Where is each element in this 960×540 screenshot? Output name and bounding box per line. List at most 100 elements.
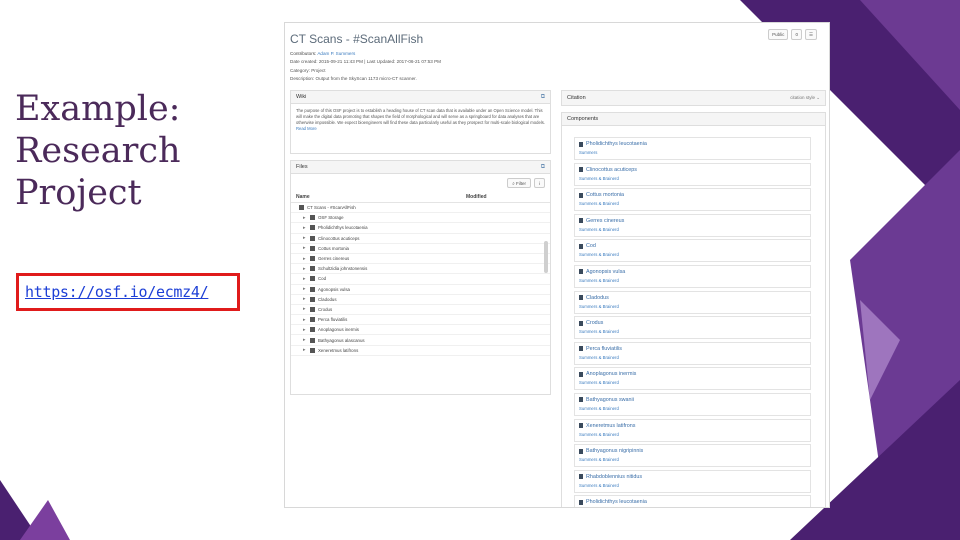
file-tree-row[interactable]: ▸ Schultzidia johnstonensis bbox=[291, 264, 550, 275]
external-link-icon[interactable]: ⧉ bbox=[541, 94, 545, 101]
expand-icon[interactable]: ▸ bbox=[303, 225, 308, 231]
component-item[interactable]: Pholidichthys leucotaenia Summers bbox=[574, 137, 811, 160]
citation-panel-header[interactable]: Citation citation style ⌄ bbox=[562, 91, 825, 105]
filter-button[interactable]: ⌕ Filter bbox=[507, 178, 531, 188]
file-tree-row[interactable]: ▸ Crodus bbox=[291, 305, 550, 316]
component-name[interactable]: Rhabdoblennius nitidus bbox=[579, 474, 806, 480]
component-name[interactable]: Anoplagonus inermis bbox=[579, 371, 806, 377]
component-item[interactable]: Crodus Summers & Brainerd bbox=[574, 316, 811, 340]
component-contributors[interactable]: Summers & Brainerd bbox=[579, 252, 806, 257]
component-item[interactable]: Bathyagonus nigripinnis Summers & Brainer… bbox=[574, 444, 811, 468]
component-title: Pholidichthys leucotaenia bbox=[586, 499, 647, 506]
database-icon bbox=[579, 423, 583, 429]
expand-icon[interactable]: ▸ bbox=[303, 296, 308, 302]
modified-column-header[interactable]: Modified bbox=[466, 194, 487, 200]
component-item[interactable]: Anoplagonus inermis Summers & Brainerd bbox=[574, 367, 811, 391]
expand-icon[interactable]: ▸ bbox=[303, 306, 308, 312]
component-item[interactable]: Pholidichthys leucotaeniaSummers & Brain… bbox=[574, 495, 811, 507]
component-name[interactable]: Pholidichthys leucotaenia bbox=[579, 141, 806, 147]
menu-button[interactable]: ☰ bbox=[804, 29, 817, 40]
component-item[interactable]: Cod Summers & Brainerd bbox=[574, 239, 811, 263]
component-contributors[interactable]: Summers & Brainerd bbox=[579, 406, 806, 411]
file-tree-row[interactable]: ▸ Xeneretmus latifrons bbox=[291, 346, 550, 356]
public-button[interactable]: Public bbox=[768, 29, 789, 40]
info-button[interactable]: i bbox=[534, 178, 545, 188]
component-contributors[interactable]: Summers & Brainerd bbox=[579, 201, 806, 206]
dates-line: Date created: 2015-09-21 11:43 PM | Last… bbox=[290, 59, 442, 65]
component-item[interactable]: Xeneretmus latifrons Summers & Brainerd bbox=[574, 418, 811, 442]
component-name[interactable]: Bathyagonus nigripinnis bbox=[579, 448, 806, 454]
contributor-link[interactable]: Adam P. Summers bbox=[317, 51, 355, 56]
component-item[interactable]: Gerres cinereus Summers & Brainerd bbox=[574, 213, 811, 237]
component-contributors[interactable]: Summers & Brainerd bbox=[579, 457, 806, 462]
component-item[interactable]: Bathyagonus swanii Summers & Brainerd bbox=[574, 392, 811, 416]
component-title: Agonopsis vulsa bbox=[586, 268, 626, 275]
expand-icon[interactable]: ▸ bbox=[303, 256, 308, 262]
database-icon bbox=[579, 346, 583, 352]
file-tree-row[interactable]: ▸ Agonopsis vulsa bbox=[291, 285, 550, 295]
component-name[interactable]: Clinocottus acuticeps bbox=[579, 167, 806, 173]
expand-icon[interactable]: ▸ bbox=[303, 235, 308, 241]
component-name[interactable]: Cod bbox=[579, 243, 806, 249]
expand-icon[interactable]: ▸ bbox=[303, 245, 308, 251]
component-name[interactable]: Cottus mortonia bbox=[579, 192, 806, 198]
file-tree-row[interactable]: ▸ Bathyagonus alascanus bbox=[291, 335, 550, 346]
component-contributors[interactable]: Summers & Brainerd bbox=[579, 227, 806, 232]
file-tree-row[interactable]: CT Scans - #ScanAllFish bbox=[291, 203, 550, 214]
database-icon bbox=[579, 499, 583, 505]
citation-style-dropdown[interactable]: citation style ⌄ bbox=[790, 95, 820, 101]
component-contributors[interactable]: Summers & Brainerd bbox=[579, 380, 806, 385]
expand-icon[interactable]: ▸ bbox=[303, 317, 308, 323]
name-column-header[interactable]: Name bbox=[296, 194, 466, 200]
component-contributors[interactable]: Summers & Brainerd bbox=[579, 483, 806, 488]
expand-icon[interactable]: ▸ bbox=[303, 276, 308, 282]
component-title: Cod bbox=[586, 243, 596, 250]
component-name[interactable]: Cladodus bbox=[579, 295, 806, 301]
component-contributors[interactable]: Summers bbox=[579, 150, 806, 155]
file-tree-row[interactable]: ▸ Gerres cinereus bbox=[291, 254, 550, 265]
component-name[interactable]: Crodus bbox=[579, 320, 806, 326]
expand-icon[interactable]: ▸ bbox=[303, 215, 308, 221]
component-contributors[interactable]: Summers & Brainerd bbox=[579, 355, 806, 360]
fork-count-button[interactable]: 0 bbox=[791, 29, 802, 40]
file-tree-row[interactable]: ▸ Cladodus bbox=[291, 295, 550, 305]
expand-icon[interactable]: ▸ bbox=[303, 337, 308, 343]
expand-icon[interactable]: ▸ bbox=[303, 327, 308, 333]
component-contributors[interactable]: Summers & Brainerd bbox=[579, 432, 806, 437]
component-name[interactable]: Pholidichthys leucotaenia bbox=[579, 499, 806, 505]
component-item[interactable]: Clinocottus acuticeps Summers & Brainerd bbox=[574, 162, 811, 186]
component-name[interactable]: Xeneretmus latifrons bbox=[579, 423, 806, 429]
component-contributors[interactable]: Summers & Brainerd bbox=[579, 278, 806, 283]
component-item[interactable]: Rhabdoblennius nitidus Summers & Brainerd bbox=[574, 469, 811, 493]
file-tree-row[interactable]: ▸ Clinocottus acuticeps bbox=[291, 234, 550, 244]
file-tree-row[interactable]: ▸ Cottus mortonia bbox=[291, 244, 550, 254]
file-tree-row[interactable]: ▸ OSF Storage bbox=[291, 213, 550, 224]
component-item[interactable]: Perca fluviatilis Summers & Brainerd bbox=[574, 341, 811, 365]
file-tree-row[interactable]: ▸ Anoplagonus inermis bbox=[291, 325, 550, 336]
component-name[interactable]: Agonopsis vulsa bbox=[579, 269, 806, 275]
component-item[interactable]: Agonopsis vulsa Summers & Brainerd bbox=[574, 264, 811, 288]
component-name[interactable]: Perca fluviatilis bbox=[579, 346, 806, 352]
component-name[interactable]: Gerres cinereus bbox=[579, 218, 806, 224]
folder-icon bbox=[310, 327, 315, 333]
read-more-link[interactable]: Read More bbox=[296, 126, 317, 131]
component-name[interactable]: Bathyagonus swanii bbox=[579, 397, 806, 403]
component-contributors[interactable]: Summers & Brainerd bbox=[579, 176, 806, 181]
file-tree-row[interactable]: ▸ Pholidichthys leucotaenia bbox=[291, 223, 550, 234]
file-tree-row[interactable]: ▸ Cod bbox=[291, 274, 550, 285]
external-link-icon[interactable]: ⧉ bbox=[541, 164, 545, 171]
file-tree-scrollbar[interactable] bbox=[544, 241, 548, 273]
components-panel-header: Components bbox=[562, 113, 825, 126]
folder-icon bbox=[310, 317, 315, 323]
osf-project-link[interactable]: https://osf.io/ecmz4/ bbox=[25, 283, 209, 301]
component-title: Xeneretmus latifrons bbox=[586, 422, 636, 429]
component-contributors[interactable]: Summers & Brainerd bbox=[579, 329, 806, 334]
expand-icon[interactable]: ▸ bbox=[303, 286, 308, 292]
expand-icon[interactable]: ▸ bbox=[303, 347, 308, 353]
expand-icon[interactable]: ▸ bbox=[303, 266, 308, 272]
component-item[interactable]: Cottus mortonia Summers & Brainerd bbox=[574, 188, 811, 212]
component-item[interactable]: Cladodus Summers & Brainerd bbox=[574, 290, 811, 314]
component-contributors[interactable]: Summers & Brainerd bbox=[579, 304, 806, 309]
file-tree-row[interactable]: ▸ Perca fluviatilis bbox=[291, 315, 550, 326]
folder-icon bbox=[310, 337, 315, 343]
